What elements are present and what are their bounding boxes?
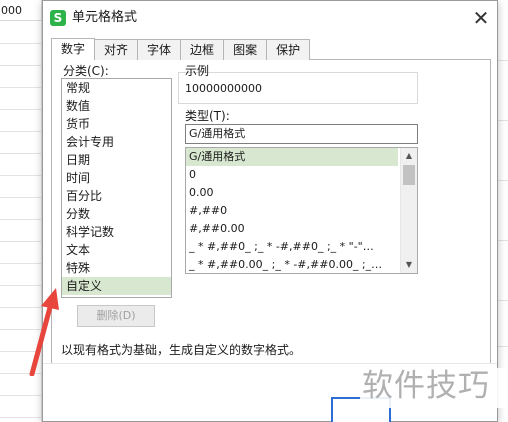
spreadsheet-gridline — [0, 219, 42, 220]
tab-border[interactable]: 边框 — [181, 39, 225, 60]
category-item-accounting[interactable]: 会计专用 — [62, 133, 171, 151]
dialog-title-bar[interactable]: S 单元格格式 ✕ — [43, 1, 497, 35]
spreadsheet-gridline — [0, 417, 42, 418]
category-item-general[interactable]: 常规 — [62, 79, 171, 97]
category-item-time[interactable]: 时间 — [62, 169, 171, 187]
scroll-down-icon[interactable]: ▼ — [401, 258, 417, 272]
type-item[interactable]: _ * #,##0.00_ ;_ * -#,##0.00_ ;_… — [186, 256, 398, 273]
sample-label: 示例 — [185, 64, 210, 78]
spreadsheet-gridline — [0, 65, 42, 66]
category-item-text[interactable]: 文本 — [62, 241, 171, 259]
sample-value: 10000000000 — [185, 82, 262, 95]
type-item[interactable]: 0 — [186, 166, 398, 184]
type-label: 类型(T): — [185, 109, 230, 123]
wps-app-icon: S — [50, 10, 66, 26]
category-item-scientific[interactable]: 科学记数 — [62, 223, 171, 241]
dialog-title: 单元格格式 — [72, 10, 138, 25]
spreadsheet-gridline — [497, 180, 508, 181]
spreadsheet-cell[interactable]: 000 — [0, 0, 42, 21]
category-item-fraction[interactable]: 分数 — [62, 205, 171, 223]
tab-bar: 数字 对齐 字体 边框 图案 保护 — [51, 38, 311, 60]
spreadsheet-gridline — [497, 346, 508, 347]
spreadsheet-gridline — [0, 109, 42, 110]
format-cells-dialog: S 单元格格式 ✕ 数字 对齐 字体 边框 图案 保护 分类(C): 常规 数值… — [42, 0, 498, 422]
type-list[interactable]: G/通用格式 0 0.00 #,##0 #,##0.00 _ * #,##0_ … — [185, 147, 418, 274]
format-description: 以现有格式为基础，生成自定义的数字格式。 — [61, 343, 302, 357]
category-item-date[interactable]: 日期 — [62, 151, 171, 169]
spreadsheet-gridline — [497, 240, 508, 241]
spreadsheet-gridline — [0, 241, 42, 242]
type-item[interactable]: 0.00 — [186, 184, 398, 202]
category-item-currency[interactable]: 货币 — [62, 115, 171, 133]
category-item-percentage[interactable]: 百分比 — [62, 187, 171, 205]
spreadsheet-gridline — [0, 131, 42, 132]
close-icon[interactable]: ✕ — [469, 6, 493, 30]
spreadsheet-gridline — [0, 43, 42, 44]
tab-font[interactable]: 字体 — [138, 39, 182, 60]
category-label: 分类(C): — [63, 64, 109, 78]
spreadsheet-gridline — [0, 395, 42, 396]
spreadsheet-gridline — [0, 153, 42, 154]
watermark-text: 软件技巧 — [362, 368, 490, 404]
type-item[interactable]: _ * #,##0_ ;_ * -#,##0_ ;_ * "-"… — [186, 238, 398, 256]
red-arrow-annotation-icon — [29, 288, 59, 376]
tab-alignment[interactable]: 对齐 — [95, 39, 139, 60]
spreadsheet-gridline — [0, 87, 42, 88]
spreadsheet-gridline — [0, 175, 42, 176]
category-item-special[interactable]: 特殊 — [62, 259, 171, 277]
category-item-number[interactable]: 数值 — [62, 97, 171, 115]
category-list[interactable]: 常规 数值 货币 会计专用 日期 时间 百分比 分数 科学记数 文本 特殊 自定… — [61, 78, 172, 298]
tab-number[interactable]: 数字 — [51, 38, 96, 60]
spreadsheet-right-edge — [497, 0, 508, 422]
delete-button[interactable]: 删除(D) — [77, 305, 155, 327]
type-item[interactable]: #,##0.00 — [186, 220, 398, 238]
spreadsheet-gridline — [0, 263, 42, 264]
dialog-divider — [43, 363, 497, 364]
tab-pattern[interactable]: 图案 — [224, 39, 268, 60]
spreadsheet-gridline — [497, 120, 508, 121]
category-item-custom[interactable]: 自定义 — [62, 277, 171, 295]
spreadsheet-gridline — [0, 197, 42, 198]
type-item[interactable]: G/通用格式 — [186, 148, 398, 166]
scrollbar-thumb[interactable] — [403, 165, 415, 185]
spreadsheet-gridline — [497, 300, 508, 301]
type-input[interactable]: G/通用格式 — [185, 124, 418, 144]
spreadsheet-gridline — [497, 60, 508, 61]
type-list-scrollbar[interactable]: ▲ ▼ — [400, 148, 417, 273]
tab-protection[interactable]: 保护 — [267, 39, 311, 60]
type-item[interactable]: #,##0 — [186, 202, 398, 220]
scroll-up-icon[interactable]: ▲ — [401, 149, 417, 163]
